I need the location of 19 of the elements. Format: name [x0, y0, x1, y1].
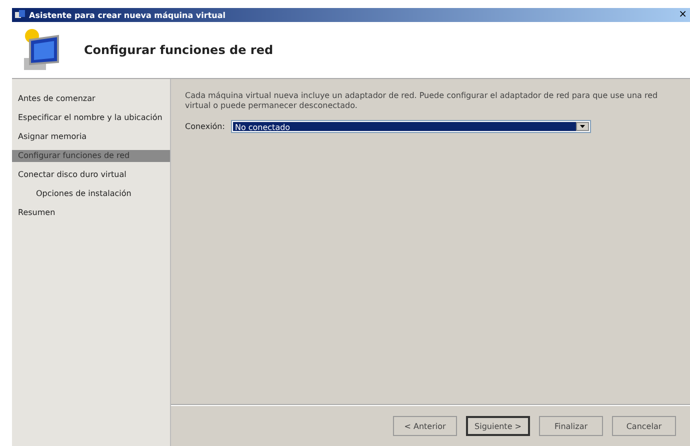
- wizard-button[interactable]: Siguiente >: [466, 416, 530, 436]
- page-heading: Configurar funciones de red: [84, 43, 274, 57]
- wizard-app-icon: [15, 10, 25, 20]
- wizard-step[interactable]: Asignar memoria: [12, 131, 170, 143]
- wizard-button[interactable]: < Anterior: [393, 416, 457, 436]
- connection-dropdown[interactable]: No conectado: [230, 120, 591, 133]
- wizard-step[interactable]: Antes de comenzar: [12, 93, 170, 105]
- wizard-step[interactable]: Resumen: [12, 207, 170, 219]
- wizard-button[interactable]: Cancelar: [612, 416, 676, 436]
- close-button[interactable]: ×: [678, 10, 687, 20]
- window-title: Asistente para crear nueva máquina virtual: [29, 10, 226, 20]
- dropdown-arrow-icon: [580, 125, 585, 128]
- wizard-step[interactable]: Conectar disco duro virtual: [12, 169, 170, 181]
- wizard-step[interactable]: Configurar funciones de red: [12, 150, 170, 162]
- wizard-button[interactable]: Finalizar: [539, 416, 603, 436]
- description-text: Cada máquina virtual nueva incluye un adaptador de red. Puede configurar el adaptador de red para que use una red virtual o puede permanecer desconectado.: [185, 91, 659, 111]
- wizard-step[interactable]: Especificar el nombre y la ubicación: [12, 112, 170, 124]
- connection-label: Conexión:: [185, 122, 225, 131]
- wizard-step[interactable]: Opciones de instalación: [12, 188, 170, 200]
